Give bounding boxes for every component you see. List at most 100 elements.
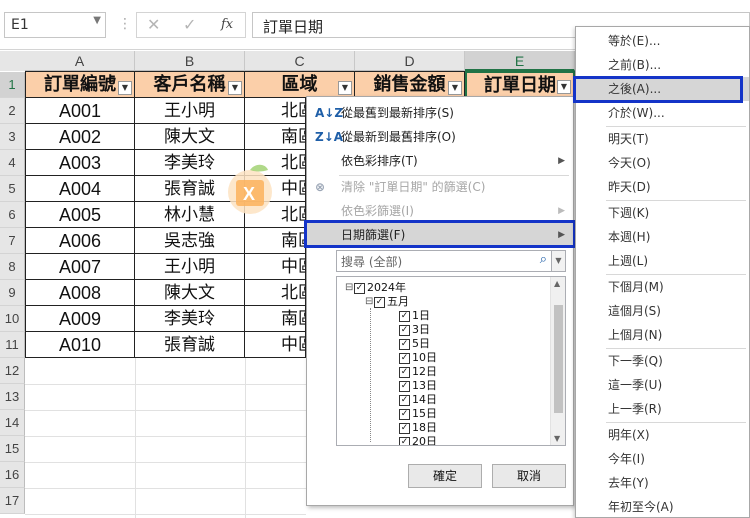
filter-dropdown-icon[interactable]: ▼ xyxy=(448,81,462,95)
cell-order-id[interactable]: A009 xyxy=(25,306,135,332)
filter-dropdown-icon[interactable]: ▼ xyxy=(557,80,571,94)
submenu-item-between[interactable]: 介於(W)... xyxy=(576,101,749,125)
tree-item-day[interactable]: ✓ 12日 xyxy=(399,365,437,379)
cell-order-id[interactable]: A006 xyxy=(25,228,135,254)
filter-search-input[interactable]: 搜尋 (全部) ⌕ ▼ xyxy=(336,250,566,272)
tree-item-year[interactable]: ⊟ ✓ 2024年 xyxy=(345,281,406,295)
tree-item-day[interactable]: ✓ 1日 xyxy=(399,309,430,323)
cell-order-id[interactable]: A008 xyxy=(25,280,135,306)
filter-dropdown-icon[interactable]: ▼ xyxy=(118,81,132,95)
submenu-item-this-quarter[interactable]: 這一季(U) xyxy=(576,373,749,397)
checkbox[interactable]: ✓ xyxy=(399,324,410,336)
row-header[interactable]: 5 xyxy=(0,176,25,202)
tree-item-day[interactable]: ✓ 13日 xyxy=(399,379,437,393)
cell-order-id[interactable]: A003 xyxy=(25,150,135,176)
submenu-item-last-quarter[interactable]: 上一季(R) xyxy=(576,397,749,421)
row-header[interactable]: 17 xyxy=(0,488,25,514)
cell-order-id[interactable]: A002 xyxy=(25,124,135,150)
tree-scrollbar[interactable]: ▲ ▼ xyxy=(550,277,565,445)
checkbox[interactable]: ✓ xyxy=(399,394,410,406)
checkbox[interactable]: ✓ xyxy=(399,352,410,364)
cancel-icon[interactable]: ✕ xyxy=(147,15,160,34)
row-header[interactable]: 16 xyxy=(0,462,25,488)
column-header-d[interactable]: D xyxy=(355,51,465,71)
checkbox[interactable]: ✓ xyxy=(399,380,410,392)
checkbox[interactable]: ✓ xyxy=(399,310,410,322)
row-header[interactable]: 1 xyxy=(0,72,25,98)
submenu-item-before[interactable]: 之前(B)... xyxy=(576,53,749,77)
header-cell-order-date[interactable]: 訂單日期 ▼ xyxy=(465,71,575,98)
row-header[interactable]: 11 xyxy=(0,332,25,358)
submenu-item-today[interactable]: 今天(O) xyxy=(576,151,749,175)
column-header-e[interactable]: E xyxy=(465,51,575,71)
checkbox[interactable]: ✓ xyxy=(374,296,385,308)
row-header[interactable]: 2 xyxy=(0,98,25,124)
name-box[interactable]: E1 ▼ xyxy=(4,12,106,38)
cell-order-id[interactable]: A010 xyxy=(25,332,135,358)
cell-customer[interactable]: 王小明 xyxy=(135,98,245,124)
tree-item-day[interactable]: ✓ 10日 xyxy=(399,351,437,365)
submenu-item-last-month[interactable]: 上個月(N) xyxy=(576,323,749,347)
tree-item-day[interactable]: ✓ 3日 xyxy=(399,323,430,337)
insert-function-icon[interactable]: fx xyxy=(221,17,233,32)
cell-customer[interactable]: 李美玲 xyxy=(135,306,245,332)
row-header[interactable]: 13 xyxy=(0,384,25,410)
collapse-icon[interactable]: ⊟ xyxy=(365,295,374,309)
chevron-down-icon[interactable]: ▼ xyxy=(93,15,101,26)
row-header[interactable]: 10 xyxy=(0,306,25,332)
row-header[interactable]: 9 xyxy=(0,280,25,306)
cell-order-id[interactable]: A001 xyxy=(25,98,135,124)
tree-item-day[interactable]: ✓ 18日 xyxy=(399,421,437,435)
clear-filter[interactable]: ⊗ 清除 "訂單日期" 的篩選(C) xyxy=(307,175,573,199)
checkbox[interactable]: ✓ xyxy=(399,422,410,434)
scroll-up-icon[interactable]: ▲ xyxy=(554,279,560,288)
row-header[interactable]: 4 xyxy=(0,150,25,176)
cell-customer[interactable]: 王小明 xyxy=(135,254,245,280)
header-cell-order-id[interactable]: 訂單編號 ▼ xyxy=(25,71,135,98)
chevron-down-icon[interactable]: ▼ xyxy=(551,251,565,271)
row-header[interactable]: 3 xyxy=(0,124,25,150)
cell-region[interactable]: 北區 xyxy=(245,280,306,306)
cell-order-id[interactable]: A004 xyxy=(25,176,135,202)
submenu-item-year-to-date[interactable]: 年初至今(A) xyxy=(576,495,749,518)
submenu-item-this-month[interactable]: 這個月(S) xyxy=(576,299,749,323)
checkbox[interactable]: ✓ xyxy=(399,338,410,350)
submenu-item-last-year[interactable]: 去年(Y) xyxy=(576,471,749,495)
submenu-item-tomorrow[interactable]: 明天(T) xyxy=(576,127,749,151)
row-header[interactable]: 14 xyxy=(0,410,25,436)
tree-item-day[interactable]: ✓ 15日 xyxy=(399,407,437,421)
checkbox[interactable]: ✓ xyxy=(399,436,410,445)
cell-region[interactable]: 中區 xyxy=(245,254,306,280)
header-cell-customer[interactable]: 客戶名稱 ▼ xyxy=(135,71,245,98)
cancel-button[interactable]: 取消 xyxy=(492,464,566,488)
column-header-c[interactable]: C xyxy=(245,51,355,71)
scroll-down-icon[interactable]: ▼ xyxy=(554,434,560,443)
submenu-item-next-year[interactable]: 明年(X) xyxy=(576,423,749,447)
header-cell-region[interactable]: 區域 ▼ xyxy=(245,71,355,98)
tree-item-month[interactable]: ⊟ ✓ 五月 xyxy=(365,295,409,309)
submenu-item-next-week[interactable]: 下週(K) xyxy=(576,201,749,225)
filter-dropdown-icon[interactable]: ▼ xyxy=(228,81,242,95)
tree-item-day[interactable]: ✓ 14日 xyxy=(399,393,437,407)
ok-button[interactable]: 確定 xyxy=(408,464,482,488)
cell-order-id[interactable]: A007 xyxy=(25,254,135,280)
checkbox[interactable]: ✓ xyxy=(399,408,410,420)
submenu-item-this-year[interactable]: 今年(I) xyxy=(576,447,749,471)
checkbox[interactable]: ✓ xyxy=(354,282,365,294)
sort-by-color[interactable]: 依色彩排序(T) ▶ xyxy=(307,149,573,173)
sort-newest-to-oldest[interactable]: Z↓A 從最新到最舊排序(O) xyxy=(307,125,573,149)
cell-region[interactable]: 中區 xyxy=(245,332,306,358)
row-header[interactable]: 8 xyxy=(0,254,25,280)
cell-region[interactable]: 北區 xyxy=(245,98,306,124)
collapse-icon[interactable]: ⊟ xyxy=(345,281,354,295)
row-header[interactable]: 6 xyxy=(0,202,25,228)
row-header[interactable]: 7 xyxy=(0,228,25,254)
cell-region[interactable]: 南區 xyxy=(245,306,306,332)
cell-customer[interactable]: 吳志強 xyxy=(135,228,245,254)
submenu-item-yesterday[interactable]: 昨天(D) xyxy=(576,175,749,199)
cell-customer[interactable]: 陳大文 xyxy=(135,280,245,306)
row-header[interactable]: 15 xyxy=(0,436,25,462)
search-icon[interactable]: ⌕ xyxy=(540,252,547,267)
submenu-item-last-week[interactable]: 上週(L) xyxy=(576,249,749,273)
filter-dropdown-icon[interactable]: ▼ xyxy=(338,81,352,95)
